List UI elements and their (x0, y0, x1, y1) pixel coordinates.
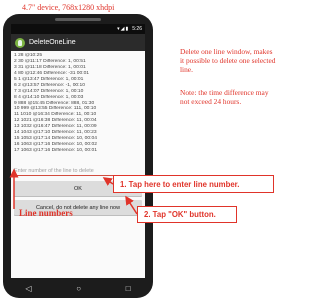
recents-icon[interactable]: □ (126, 284, 131, 293)
description-note: Delete one line window, makes it possibl… (180, 47, 276, 74)
phone-frame: ▾◢▮ 5:26 DeleteOneLine 1 28 @10:25 2 30 @… (3, 14, 153, 298)
phone-screen: ▾◢▮ 5:26 DeleteOneLine 1 28 @10:25 2 30 @… (11, 24, 145, 278)
home-icon[interactable]: ○ (76, 284, 81, 293)
line-numbers-label: Line numbers (19, 208, 73, 218)
callout-enter-line-number: 1. Tap here to enter line number. (113, 175, 274, 193)
time-difference-note: Note: the time difference may not exceed… (180, 88, 269, 106)
device-label: 4.7" device, 768x1280 xhdpi (22, 3, 115, 12)
status-bar: ▾◢▮ 5:26 (11, 24, 145, 34)
callout-tap-ok: 2. Tap "OK" button. (137, 206, 237, 223)
back-icon[interactable]: ◁ (25, 284, 31, 293)
app-title: DeleteOneLine (29, 39, 76, 46)
navigation-bar: ◁ ○ □ (3, 278, 153, 298)
list-item[interactable]: 17 1063 @17:16 Difference: 10, 00:01 (14, 148, 142, 154)
app-icon (15, 37, 25, 48)
line-list[interactable]: 1 28 @10:25 2 30 @11:17 Difference: 1, 00… (11, 51, 145, 154)
action-bar: DeleteOneLine (11, 34, 145, 51)
status-time: 5:26 (132, 26, 142, 32)
signal-battery-icons: ▾◢▮ (117, 26, 130, 32)
phone-speaker (55, 18, 101, 21)
